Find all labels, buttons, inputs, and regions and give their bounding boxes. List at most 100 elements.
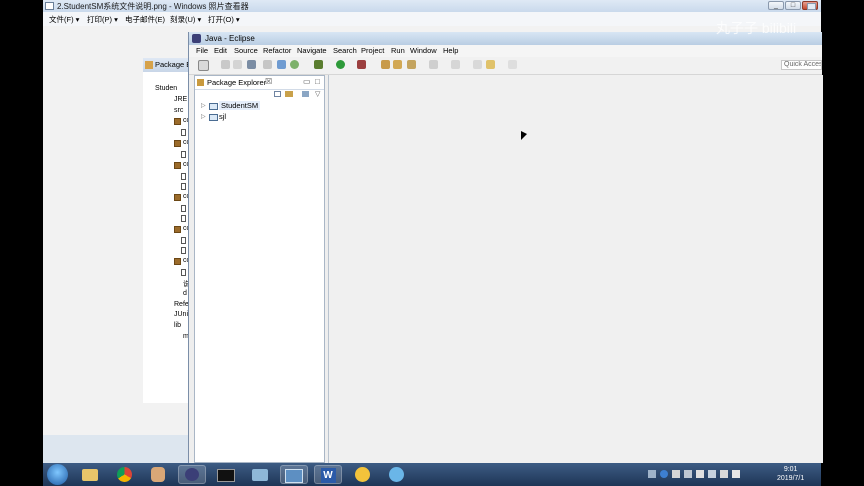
tray-icon[interactable]	[672, 470, 680, 478]
debug-icon[interactable]	[314, 60, 323, 69]
minimize-button[interactable]: _	[768, 1, 784, 10]
maximize-button[interactable]: □	[785, 1, 801, 10]
start-button[interactable]	[47, 464, 68, 485]
package-explorer-toolbar: ▽	[195, 89, 324, 99]
java-project-icon	[209, 114, 218, 121]
taskbar-app-avatar[interactable]	[144, 465, 172, 484]
volume-icon[interactable]	[732, 470, 740, 478]
menu-navigate[interactable]: Navigate	[297, 46, 327, 55]
minimize-view-icon[interactable]: ▭	[303, 77, 311, 86]
last-edit-icon[interactable]	[473, 60, 482, 69]
tray-icon[interactable]	[684, 470, 692, 478]
tray-icon[interactable]	[660, 470, 668, 478]
image-package-explorer: Package E Studen JRE src co co co co co …	[143, 58, 193, 403]
java-project-icon	[209, 103, 218, 110]
taskbar: W 9:01 2019/7/1	[43, 463, 821, 486]
taskbar-app-photo-viewer[interactable]	[280, 465, 308, 484]
image-row: d	[183, 290, 187, 297]
image-pe-title: Package E	[155, 60, 192, 69]
image-row: Studen	[155, 85, 178, 92]
menu-refactor[interactable]: Refactor	[263, 46, 291, 55]
menu-run[interactable]: Run	[391, 46, 405, 55]
taskbar-app-explorer[interactable]	[76, 465, 104, 484]
quick-access-input[interactable]: Quick Acces	[781, 60, 822, 70]
viewer-title-bar[interactable]: 2.StudentSM系统文件说明.png - Windows 照片查看器 _ …	[43, 0, 821, 12]
menu-edit[interactable]: Edit	[214, 46, 227, 55]
menu-burn[interactable]: 刻录(U) ▾	[170, 14, 201, 25]
close-tab-icon[interactable]: ☒	[265, 77, 272, 86]
print-icon[interactable]	[247, 60, 256, 69]
tray-icon[interactable]	[708, 470, 716, 478]
expand-arrow-icon[interactable]: ▷	[201, 102, 206, 109]
system-tray	[648, 470, 768, 479]
viewer-title: 2.StudentSM系统文件说明.png - Windows 照片查看器	[57, 2, 249, 11]
run-icon[interactable]	[336, 60, 345, 69]
save-all-icon[interactable]	[233, 60, 242, 69]
taskbar-app-chrome[interactable]	[110, 465, 138, 484]
menu-print[interactable]: 打印(P) ▾	[87, 14, 118, 25]
taskbar-app-word[interactable]: W	[314, 465, 342, 484]
link-editor-icon[interactable]	[285, 91, 293, 97]
next-annotation-icon[interactable]	[429, 60, 438, 69]
java-file-icon	[181, 129, 186, 136]
tray-icon[interactable]	[648, 470, 656, 478]
open-type-icon[interactable]	[381, 60, 390, 69]
viewer-extra-button[interactable]	[807, 3, 816, 10]
package-icon	[174, 118, 181, 125]
maximize-view-icon[interactable]: □	[315, 77, 320, 86]
taskbar-clock[interactable]: 9:01 2019/7/1	[777, 465, 804, 483]
package-explorer-tab[interactable]: Package Explorer ☒ ▭ □	[195, 76, 324, 90]
filters-icon[interactable]	[302, 91, 309, 97]
java-file-icon	[181, 151, 186, 158]
java-file-icon	[181, 183, 186, 190]
eclipse-title: Java - Eclipse	[205, 34, 255, 43]
package-icon	[174, 258, 181, 265]
menu-file[interactable]: 文件(F) ▾	[49, 14, 79, 25]
menu-window[interactable]: Window	[410, 46, 437, 55]
editor-area	[328, 75, 823, 463]
menu-open[interactable]: 打开(O) ▾	[208, 14, 240, 25]
menu-source[interactable]: Source	[234, 46, 258, 55]
skip-breakpoints-icon[interactable]	[263, 60, 272, 69]
view-menu-icon[interactable]: ▽	[315, 90, 320, 98]
taskbar-app-eclipse[interactable]	[178, 465, 206, 484]
eclipse-window: Java - Eclipse File Edit Source Refactor…	[188, 32, 823, 463]
external-tools-icon[interactable]	[357, 60, 366, 69]
image-row: lib	[174, 322, 182, 329]
tree-item-studentsm[interactable]: StudentSM	[219, 101, 261, 110]
open-task-icon[interactable]	[393, 60, 402, 69]
taskbar-app-9[interactable]	[348, 465, 376, 484]
package-icon	[174, 140, 181, 147]
save-icon[interactable]	[221, 60, 230, 69]
expand-arrow-icon[interactable]: ▷	[201, 113, 206, 120]
tray-icon[interactable]	[696, 470, 704, 478]
menu-email[interactable]: 电子邮件(E)	[125, 14, 165, 25]
java-file-icon	[181, 215, 186, 222]
back-icon[interactable]	[486, 60, 495, 69]
prev-annotation-icon[interactable]	[451, 60, 460, 69]
java-file-icon	[181, 237, 186, 244]
menu-search[interactable]: Search	[333, 46, 357, 55]
search-icon[interactable]	[407, 60, 416, 69]
new-package-icon[interactable]	[290, 60, 299, 69]
app-icon	[252, 469, 268, 481]
new-icon[interactable]	[198, 60, 209, 71]
menu-file[interactable]: File	[196, 46, 208, 55]
collapse-all-icon[interactable]	[274, 91, 281, 97]
forward-icon[interactable]	[508, 60, 517, 69]
menu-project[interactable]: Project	[361, 46, 384, 55]
image-row: JUni	[174, 311, 189, 318]
word-icon: W	[320, 468, 336, 483]
new-java-project-icon[interactable]	[277, 60, 286, 69]
taskbar-app-10[interactable]	[382, 465, 410, 484]
image-pe-header: Package E	[143, 58, 193, 72]
java-file-icon	[181, 205, 186, 212]
eclipse-icon	[192, 34, 201, 43]
tree-item-sjl[interactable]: sjl	[219, 112, 226, 121]
taskbar-app-cmd[interactable]	[212, 465, 240, 484]
menu-help[interactable]: Help	[443, 46, 458, 55]
taskbar-app-6[interactable]	[246, 465, 274, 484]
network-icon[interactable]	[720, 470, 728, 478]
package-icon	[174, 194, 181, 201]
cmd-icon	[217, 469, 235, 482]
